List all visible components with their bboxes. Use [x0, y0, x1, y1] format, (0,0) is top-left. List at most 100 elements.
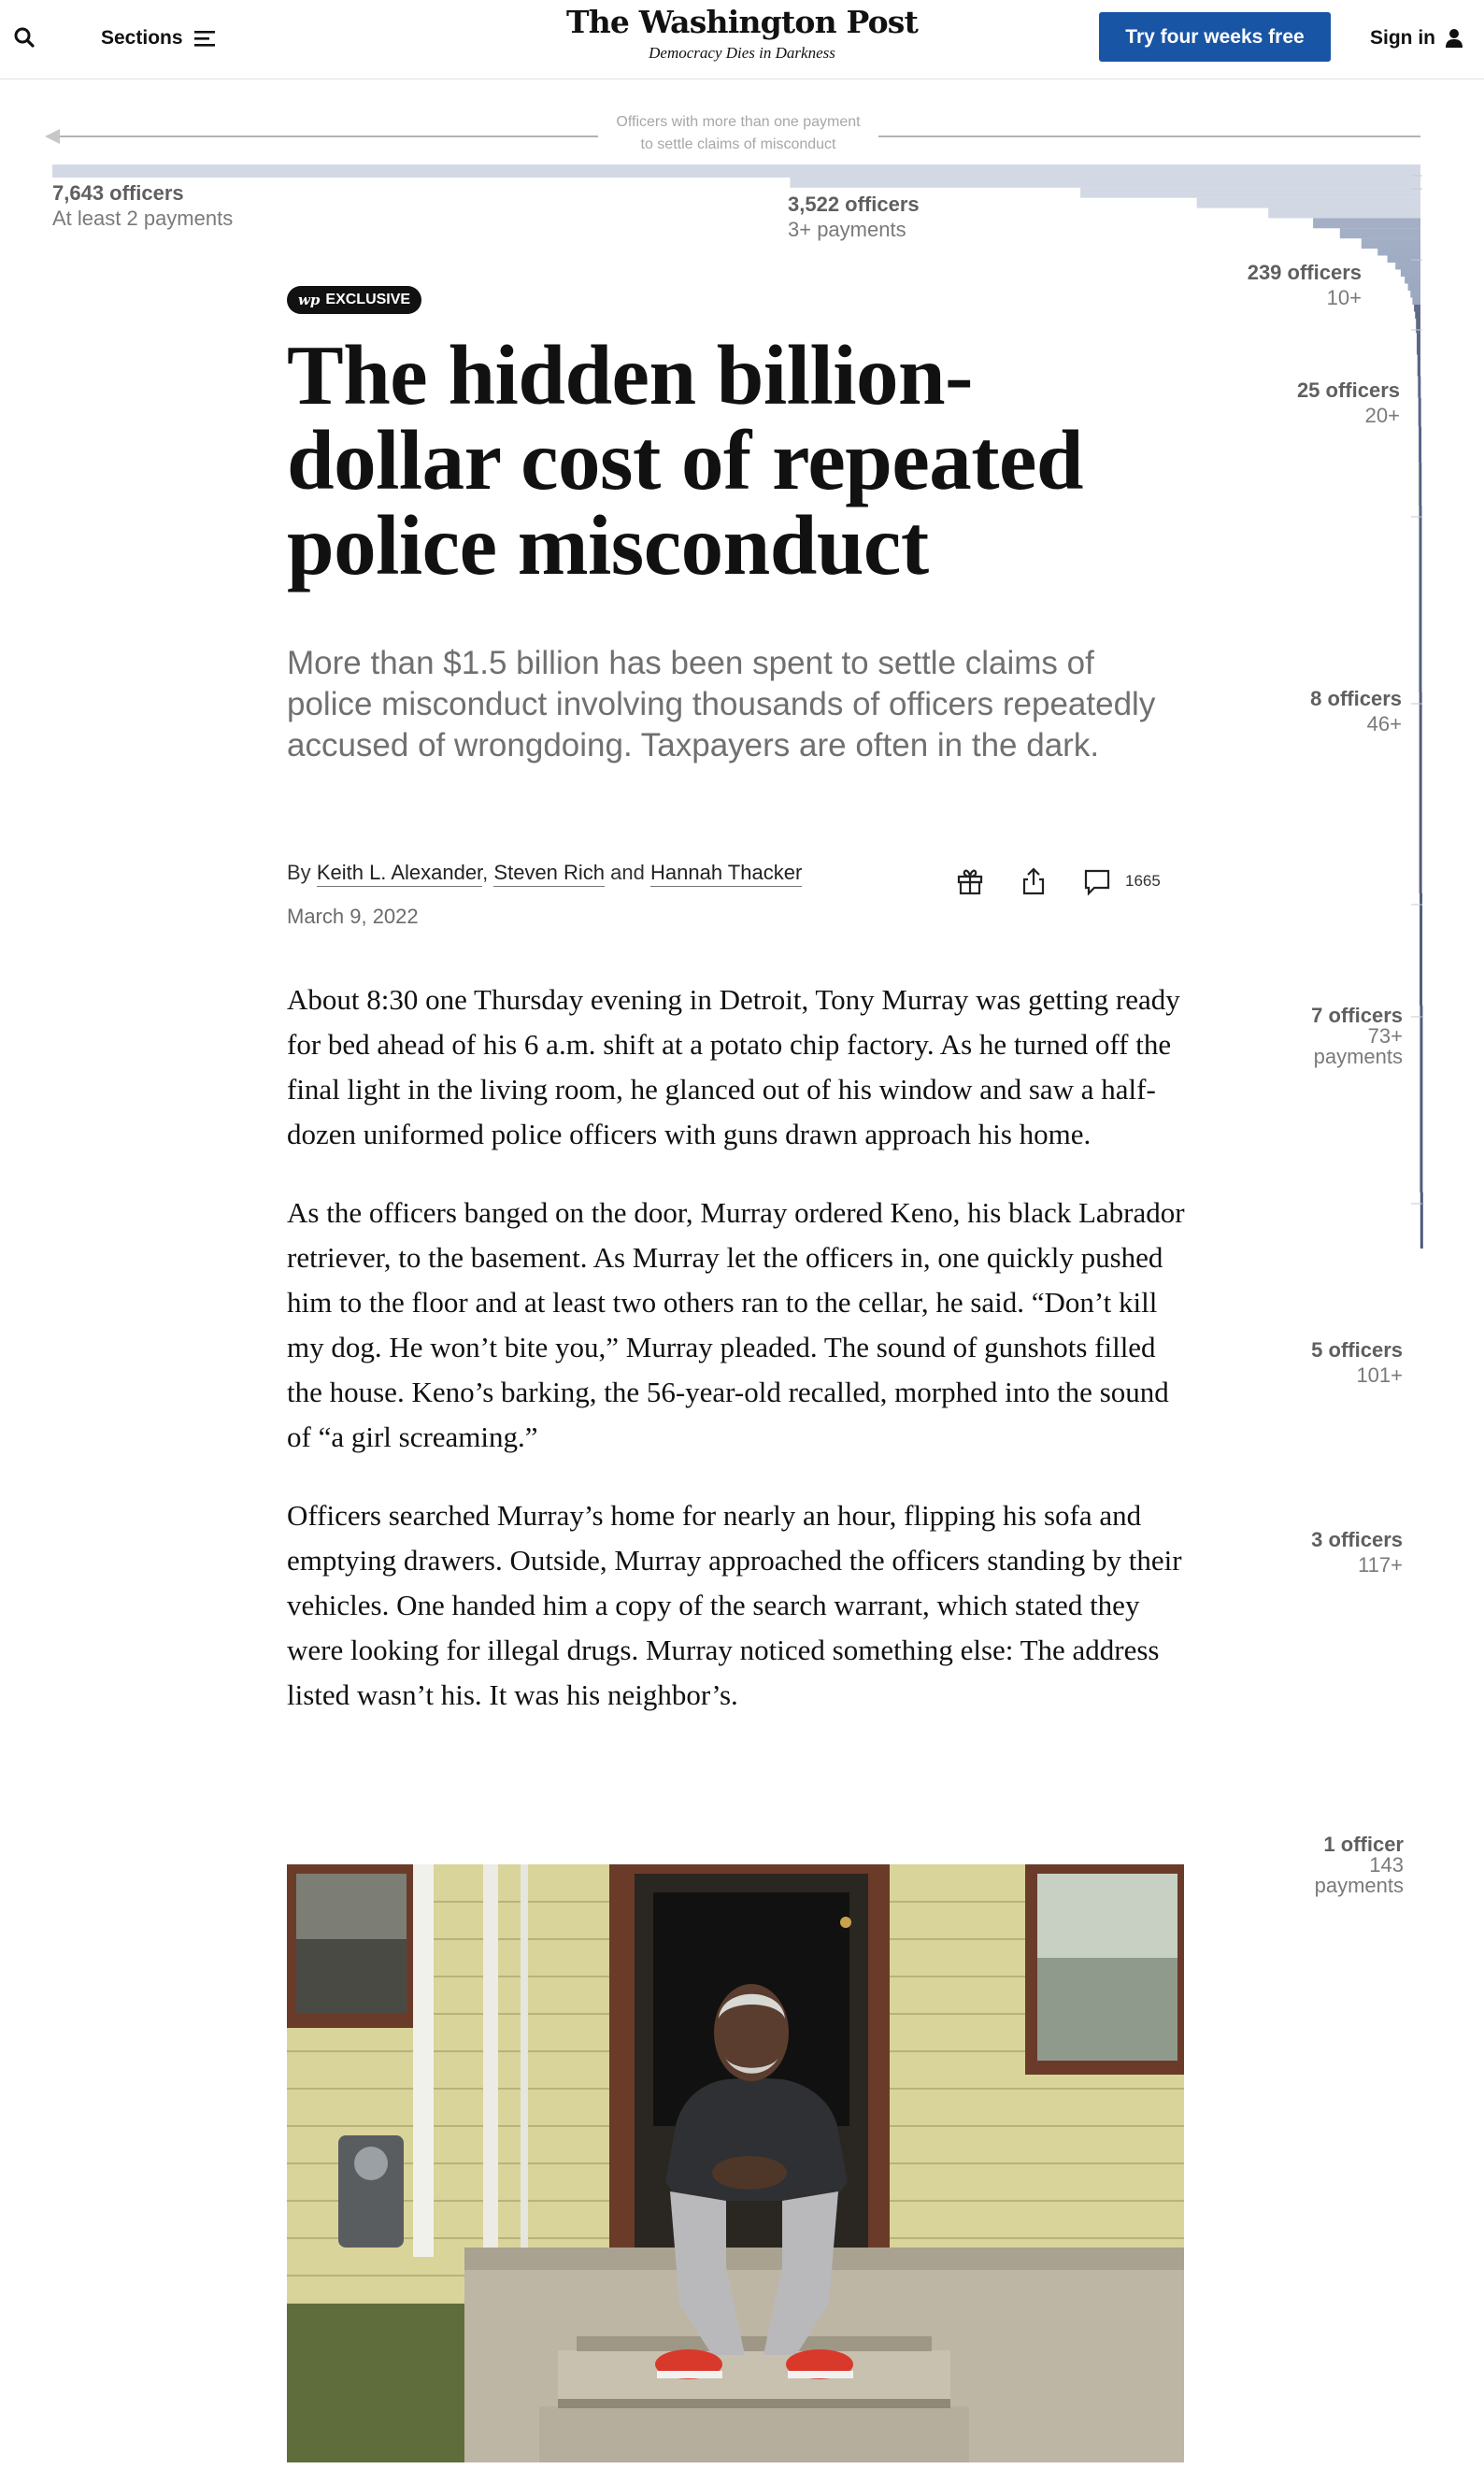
article-paragraph-1: About 8:30 one Thursday evening in Detro…: [287, 983, 1180, 1150]
article-body: About 8:30 one Thursday evening in Detro…: [287, 978, 1188, 1751]
exclusive-label: EXCLUSIVE: [325, 292, 411, 307]
chart-label-payments: At least 2 payments: [52, 207, 234, 230]
byline-and: and: [610, 861, 645, 884]
chart-step-10-payments: [1377, 249, 1420, 256]
article-lead-photo[interactable]: [287, 1864, 1184, 2462]
chart-step-35-payments: [1419, 426, 1422, 463]
logo-tagline: Democracy Dies in Darkness: [649, 44, 835, 62]
chart-title-line-2: to settle claims of misconduct: [640, 136, 836, 152]
chart-label-1: 1 officer 143 payments: [1315, 1834, 1404, 1896]
author-link-keith-alexander[interactable]: Keith L. Alexander: [316, 861, 483, 887]
chart-step-40-payments: [1419, 462, 1422, 506]
chart-label-count: 8 officers: [1310, 687, 1402, 710]
chart-label-count: 5 officers: [1311, 1338, 1403, 1362]
top-navigation-bar: Sections The Washington Post Democracy D…: [0, 0, 1484, 79]
chart-step-16-payments: [1410, 291, 1420, 298]
article-headline: The hidden billion-dollar cost of repeat…: [287, 328, 1084, 592]
author-link-steven-rich[interactable]: Steven Rich: [493, 861, 606, 887]
chart-label-count: 25 officers: [1296, 378, 1400, 402]
menu-icon: [193, 31, 215, 47]
chart-step-8-payments: [1339, 228, 1420, 239]
chart-step-2-payments: [52, 164, 1420, 178]
chart-label-count: 7 officers: [1311, 1004, 1403, 1027]
publish-date: March 9, 2022: [287, 905, 419, 928]
chart-label-count: 7,643 officers: [52, 181, 184, 205]
article-tools: 1665: [955, 866, 1161, 896]
chart-label-239: 239 officers 10+: [1248, 260, 1362, 310]
chart-step-25-payments: [1417, 354, 1420, 377]
chart-label-payments: 46+: [1366, 712, 1402, 735]
chart-label-count: 239 officers: [1247, 261, 1362, 284]
user-icon: [1446, 29, 1463, 48]
gift-icon: [957, 869, 983, 895]
chart-step-18-payments: [1414, 305, 1420, 312]
chart-label-payments: 101+: [1356, 1363, 1403, 1387]
comment-count: 1665: [1125, 872, 1161, 890]
chart-label-payments: 117+: [1358, 1553, 1403, 1577]
author-link-hannah-thacker[interactable]: Hannah Thacker: [650, 861, 803, 887]
chart-step-12-payments: [1395, 263, 1420, 270]
comment-icon: [1084, 869, 1110, 896]
chart-label-7: 7 officers 73+ payments: [1311, 1006, 1403, 1067]
byline: By Keith L. Alexander, Steven Rich and H…: [287, 859, 803, 887]
chart-step-46-payments: [1419, 506, 1422, 692]
sign-in-label: Sign in: [1370, 27, 1435, 49]
chart-step-14-payments: [1405, 277, 1420, 284]
chart-label-count: 3 officers: [1311, 1528, 1403, 1551]
chart-label-payments-unit: payments: [1313, 1045, 1403, 1068]
gift-article-button[interactable]: [955, 866, 985, 896]
chart-label-7643: 7,643 officers At least 2 payments: [52, 180, 233, 231]
chart-step-15-payments: [1407, 283, 1420, 291]
chart-step-31-payments: [1418, 397, 1421, 427]
chart-label-3522: 3,522 officers 3+ payments: [788, 192, 920, 242]
chart-step-9-payments: [1361, 238, 1420, 249]
chart-step-117-payments: [1420, 1006, 1423, 1192]
chart-title: Officers with more than one payment to s…: [598, 111, 878, 156]
wp-logo-icon: wp: [298, 292, 321, 308]
washington-post-logo[interactable]: The Washington Post Democracy Dies in Da…: [555, 2, 929, 63]
chart-step-7-payments: [1313, 218, 1420, 229]
search-icon: [14, 27, 35, 48]
photo-man-on-porch-steps: [287, 1864, 1184, 2462]
article-paragraph-2: As the officers banged on the door, Murr…: [287, 1196, 1185, 1453]
article-paragraph-3: Officers searched Murray’s home for near…: [287, 1499, 1182, 1711]
subscribe-button[interactable]: Try four weeks free: [1099, 12, 1331, 62]
chart-label-payments: 3+ payments: [788, 218, 906, 241]
chart-step-13-payments: [1400, 269, 1420, 277]
chart-label-payments-unit: payments: [1314, 1874, 1404, 1897]
chart-label-payments: 10+: [1326, 286, 1362, 309]
chart-label-payments: 143: [1369, 1853, 1404, 1877]
chart-step-11-payments: [1387, 255, 1420, 263]
chart-step-73-payments: [1419, 692, 1422, 893]
chart-step-20-payments: [1416, 319, 1420, 334]
chart-label-payments: 20+: [1364, 404, 1400, 427]
chart-label-count: 3,522 officers: [788, 193, 920, 216]
article-dek: More than $1.5 billion has been spent to…: [287, 645, 1156, 764]
sections-menu-button[interactable]: Sections: [101, 22, 217, 54]
chart-label-count: 1 officer: [1323, 1833, 1404, 1856]
chart-label-3: 3 officers 117+: [1311, 1527, 1403, 1577]
logo-wordmark: The Washington Post: [565, 4, 919, 40]
chart-axis-arrow-icon: [45, 129, 60, 144]
exclusive-badge: wp EXCLUSIVE: [287, 286, 422, 314]
chart-step-101-payments: [1420, 893, 1423, 1006]
byline-separator: ,: [482, 861, 489, 884]
chart-step-28-payments: [1418, 376, 1421, 398]
comments-button[interactable]: 1665: [1082, 866, 1161, 896]
chart-step-6-payments: [1268, 207, 1420, 219]
chart-title-line-1: Officers with more than one payment: [616, 114, 861, 130]
sign-in-button[interactable]: Sign in: [1370, 22, 1463, 54]
chart-label-payments: 73+: [1367, 1024, 1403, 1048]
chart-step-4-payments: [1080, 187, 1420, 198]
chart-label-8: 8 officers 46+: [1310, 686, 1402, 736]
sections-label: Sections: [101, 27, 183, 49]
chart-step-17-payments: [1412, 297, 1420, 305]
chart-step-19-payments: [1415, 311, 1420, 319]
search-button[interactable]: [11, 24, 39, 52]
chart-label-5: 5 officers 101+: [1311, 1337, 1403, 1388]
chart-step-5-payments: [1196, 197, 1420, 208]
chart-step-3-payments: [790, 178, 1420, 188]
chart-step-143-payments: [1420, 1192, 1423, 1249]
share-icon: [1022, 867, 1045, 895]
share-button[interactable]: [1019, 866, 1049, 896]
